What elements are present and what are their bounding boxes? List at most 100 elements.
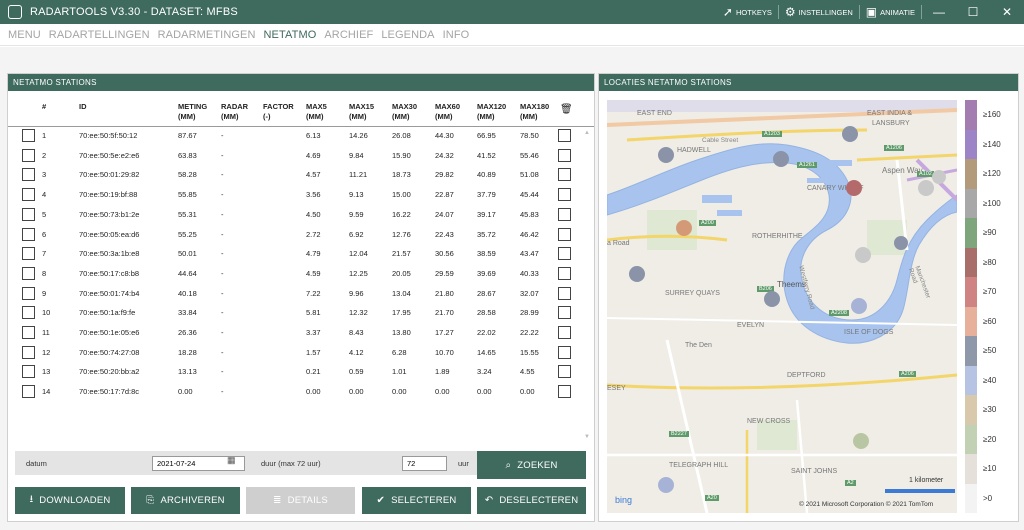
zoeken-button[interactable]: ⌕ ZOEKEN (477, 451, 586, 479)
row-delete-checkbox[interactable] (558, 148, 571, 162)
table-cell: 51.08 (520, 170, 539, 180)
row-checkbox[interactable] (22, 148, 35, 162)
station-marker[interactable] (842, 126, 858, 142)
downloaden-button[interactable]: ⭳ DOWNLOADEN (15, 487, 125, 514)
station-marker[interactable] (658, 477, 674, 493)
table-row[interactable]: 6 70:ee:50:05:ea:d6 55.25 - 2.72 6.92 12.76 22.… (8, 227, 594, 245)
col-header-max15[interactable]: MAX15 (MM) (349, 102, 374, 122)
row-delete-checkbox[interactable] (558, 286, 571, 300)
table-row[interactable]: 13 70:ee:50:20:bb:a2 13.13 - 0.21 0.59 1.01 1.8… (8, 364, 594, 382)
settings-button[interactable]: ⚙ INSTELLINGEN (779, 0, 859, 24)
col-header-max120[interactable]: MAX120 (MM) (477, 102, 506, 122)
table-row[interactable]: 8 70:ee:50:17:c8:b8 44.64 - 4.59 12.25 20.05 29… (8, 266, 594, 284)
deselecteren-button[interactable]: ↶ DESELECTEREN (477, 487, 586, 514)
table-cell: 28.58 (477, 308, 496, 318)
duur-input[interactable] (402, 456, 447, 471)
legend-label: ≥70 (983, 287, 997, 296)
table-row[interactable]: 10 70:ee:50:1a:f9:fe 33.84 - 5.81 12.32 17.95 2… (8, 305, 594, 323)
row-delete-checkbox[interactable] (558, 266, 571, 280)
row-delete-checkbox[interactable] (558, 247, 571, 261)
row-checkbox[interactable] (22, 286, 35, 300)
row-delete-checkbox[interactable] (558, 385, 571, 399)
station-marker[interactable] (855, 247, 871, 263)
table-row[interactable]: 7 70:ee:50:3a:1b:e8 50.01 - 4.79 12.04 21.57 30… (8, 246, 594, 264)
table-row[interactable]: 14 70:ee:50:17:7d:8c 0.00 - 0.00 0.00 0.00 0.00… (8, 384, 594, 402)
col-header-max30[interactable]: MAX30 (MM) (392, 102, 417, 122)
row-delete-checkbox[interactable] (558, 227, 571, 241)
archiveren-button[interactable]: ⎘ ARCHIVEREN (131, 487, 240, 514)
table-row[interactable]: 5 70:ee:50:73:b1:2e 55.31 - 4.50 9.59 16.22 24.… (8, 207, 594, 225)
row-checkbox[interactable] (22, 345, 35, 359)
col-header-max5[interactable]: MAX5 (MM) (306, 102, 327, 122)
menu-item-info[interactable]: INFO (443, 29, 470, 41)
row-delete-checkbox[interactable] (558, 306, 571, 320)
row-checkbox[interactable] (22, 227, 35, 241)
station-marker[interactable] (932, 170, 946, 184)
scroll-up-icon[interactable]: ▲ (584, 130, 590, 136)
row-checkbox[interactable] (22, 326, 35, 339)
station-marker[interactable] (658, 147, 674, 163)
station-marker[interactable] (676, 220, 692, 236)
station-marker[interactable] (918, 180, 934, 196)
row-delete-checkbox[interactable] (558, 365, 571, 379)
row-delete-checkbox[interactable] (558, 188, 571, 202)
row-checkbox[interactable] (22, 385, 35, 399)
close-button[interactable]: ✕ (990, 0, 1024, 24)
table-cell: 14.26 (349, 131, 368, 140)
details-button[interactable]: ≣ DETAILS (246, 487, 355, 514)
trash-icon[interactable]: 🗑 (560, 104, 573, 115)
col-header-factor[interactable]: FACTOR (-) (263, 102, 294, 122)
row-delete-checkbox[interactable] (558, 168, 571, 182)
row-checkbox[interactable] (22, 306, 35, 320)
row-delete-checkbox[interactable] (558, 129, 571, 142)
table-row[interactable]: 4 70:ee:50:19:bf:88 55.85 - 3.56 9.13 15.00 22.… (8, 187, 594, 205)
station-marker[interactable] (851, 298, 867, 314)
row-checkbox[interactable] (22, 266, 35, 280)
station-marker[interactable] (773, 151, 789, 167)
legend-swatch (965, 336, 977, 366)
col-header-max60[interactable]: MAX60 (MM) (435, 102, 460, 122)
menu-item-archief[interactable]: ARCHIEF (324, 29, 373, 41)
table-row[interactable]: 2 70:ee:50:5e:e2:e6 63.83 - 4.69 9.84 15.90 24.… (8, 148, 594, 166)
station-marker[interactable] (853, 433, 869, 449)
col-header-meting[interactable]: METING (MM) (178, 102, 207, 122)
table-row[interactable]: 11 70:ee:50:1e:05:e6 26.36 - 3.37 8.43 13.80 17… (8, 325, 594, 343)
animation-button[interactable]: ▣ ANIMATIE (860, 0, 921, 24)
col-header-id[interactable]: ID (79, 102, 87, 112)
table-cell: 70:ee:50:01:74:b4 (79, 288, 140, 298)
minimize-button[interactable]: — (922, 0, 956, 24)
menu-item-radartellingen[interactable]: RADARTELLINGEN (49, 29, 150, 41)
col-header-nr[interactable]: # (42, 102, 46, 112)
menu-item-netatmo[interactable]: NETATMO (264, 29, 317, 41)
table-row[interactable]: 12 70:ee:50:74:27:08 18.28 - 1.57 4.12 6.28 10.… (8, 345, 594, 363)
menu-item-radarmetingen[interactable]: RADARMETINGEN (158, 29, 256, 41)
menu-item-legenda[interactable]: LEGENDA (381, 29, 434, 41)
table-row[interactable]: 1 70:ee:50:5f:50:12 87.67 - 6.13 14.26 26.08 44… (8, 128, 594, 146)
row-delete-checkbox[interactable] (558, 345, 571, 359)
row-checkbox[interactable] (22, 247, 35, 261)
selecteren-button[interactable]: ✔ SELECTEREN (362, 487, 471, 514)
row-delete-checkbox[interactable] (558, 326, 571, 339)
calendar-icon[interactable]: ▦ (227, 455, 236, 466)
row-delete-checkbox[interactable] (558, 207, 571, 221)
row-checkbox[interactable] (22, 365, 35, 379)
scroll-down-icon[interactable]: ▼ (584, 434, 590, 440)
col-header-max180[interactable]: MAX180 (MM) (520, 102, 549, 122)
table-row[interactable]: 3 70:ee:50:01:29:82 58.28 - 4.57 11.21 18.73 29… (8, 167, 594, 185)
row-checkbox[interactable] (22, 129, 35, 142)
row-checkbox[interactable] (22, 188, 35, 202)
station-marker[interactable] (846, 180, 862, 196)
table-row[interactable]: 9 70:ee:50:01:74:b4 40.18 - 7.22 9.96 13.04 21.… (8, 286, 594, 304)
table-cell: 12 (42, 347, 51, 357)
col-header-radar[interactable]: RADAR (MM) (221, 102, 248, 122)
maximize-button[interactable]: ☐ (956, 0, 990, 24)
hotkeys-button[interactable]: ➚ HOTKEYS (717, 0, 778, 24)
row-checkbox[interactable] (22, 207, 35, 221)
station-marker[interactable] (629, 266, 645, 282)
station-marker[interactable] (894, 236, 908, 250)
stations-map[interactable]: EAST END HADWELL EAST INDIA & LANSBURY C… (607, 100, 957, 513)
menu-item-menu[interactable]: MENU (8, 29, 41, 41)
station-marker[interactable] (764, 291, 780, 307)
legend-label: ≥60 (983, 316, 997, 326)
row-checkbox[interactable] (22, 168, 35, 182)
